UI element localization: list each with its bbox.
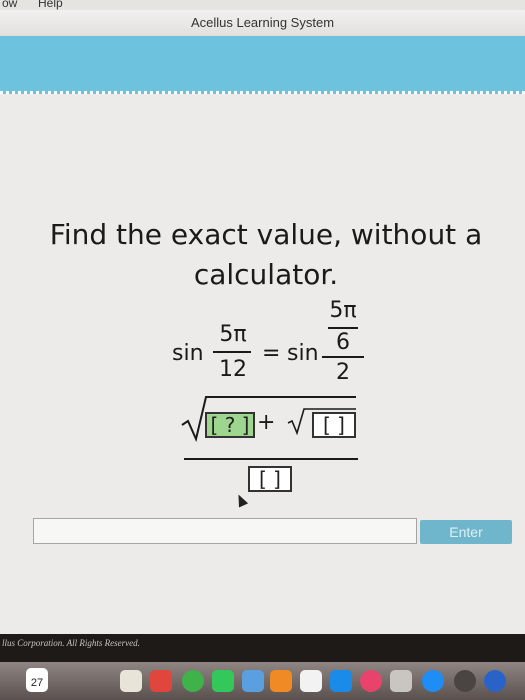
window-title: Acellus Learning System <box>0 10 525 37</box>
notes-icon[interactable] <box>120 670 142 692</box>
lhs-fraction-bar <box>213 351 251 353</box>
numbers-icon[interactable] <box>270 670 292 692</box>
answer-fraction-bar <box>184 458 358 460</box>
app-store-icon[interactable] <box>422 670 444 692</box>
rhs-inner-denominator: 6 <box>336 330 350 355</box>
rhs-inner-numerator: 5π <box>329 298 357 323</box>
plus-sign: + <box>257 410 276 435</box>
equals-sign: = <box>262 341 281 366</box>
music-icon[interactable] <box>360 670 382 692</box>
menu-item-help[interactable]: Help <box>38 0 63 10</box>
time-machine-icon[interactable] <box>454 670 476 692</box>
facetime-icon[interactable] <box>212 670 234 692</box>
rhs-func: sin <box>287 341 319 366</box>
copyright-text: llus Corporation. All Rights Reserved. <box>2 638 140 648</box>
messages-icon[interactable] <box>182 670 204 692</box>
lhs-func: sin <box>172 341 204 366</box>
browser-icon[interactable] <box>484 670 506 692</box>
answer-box-2[interactable]: [ ] <box>312 412 356 438</box>
header-banner <box>0 36 525 94</box>
answer-box-1[interactable]: [ ? ] <box>205 412 255 438</box>
photos-icon[interactable] <box>150 670 172 692</box>
answer-input[interactable] <box>33 518 417 544</box>
rhs-inner-fraction-bar <box>328 327 358 329</box>
answer-denominator-box[interactable]: [ ] <box>248 466 292 492</box>
rhs-fraction-bar <box>322 356 364 358</box>
keynote-icon[interactable] <box>300 670 322 692</box>
pages-icon[interactable] <box>242 670 264 692</box>
rhs-denominator: 2 <box>336 360 350 385</box>
menu-item-window[interactable]: ow <box>2 0 17 10</box>
lhs-denominator: 12 <box>219 357 247 382</box>
question-prompt: Find the exact value, without a calculat… <box>49 218 483 291</box>
lhs-numerator: 5π <box>219 322 247 347</box>
books-icon[interactable] <box>330 670 352 692</box>
calendar-icon[interactable]: 27 <box>26 668 48 692</box>
generic-app-icon[interactable] <box>390 670 412 692</box>
enter-button[interactable]: Enter <box>420 520 512 544</box>
